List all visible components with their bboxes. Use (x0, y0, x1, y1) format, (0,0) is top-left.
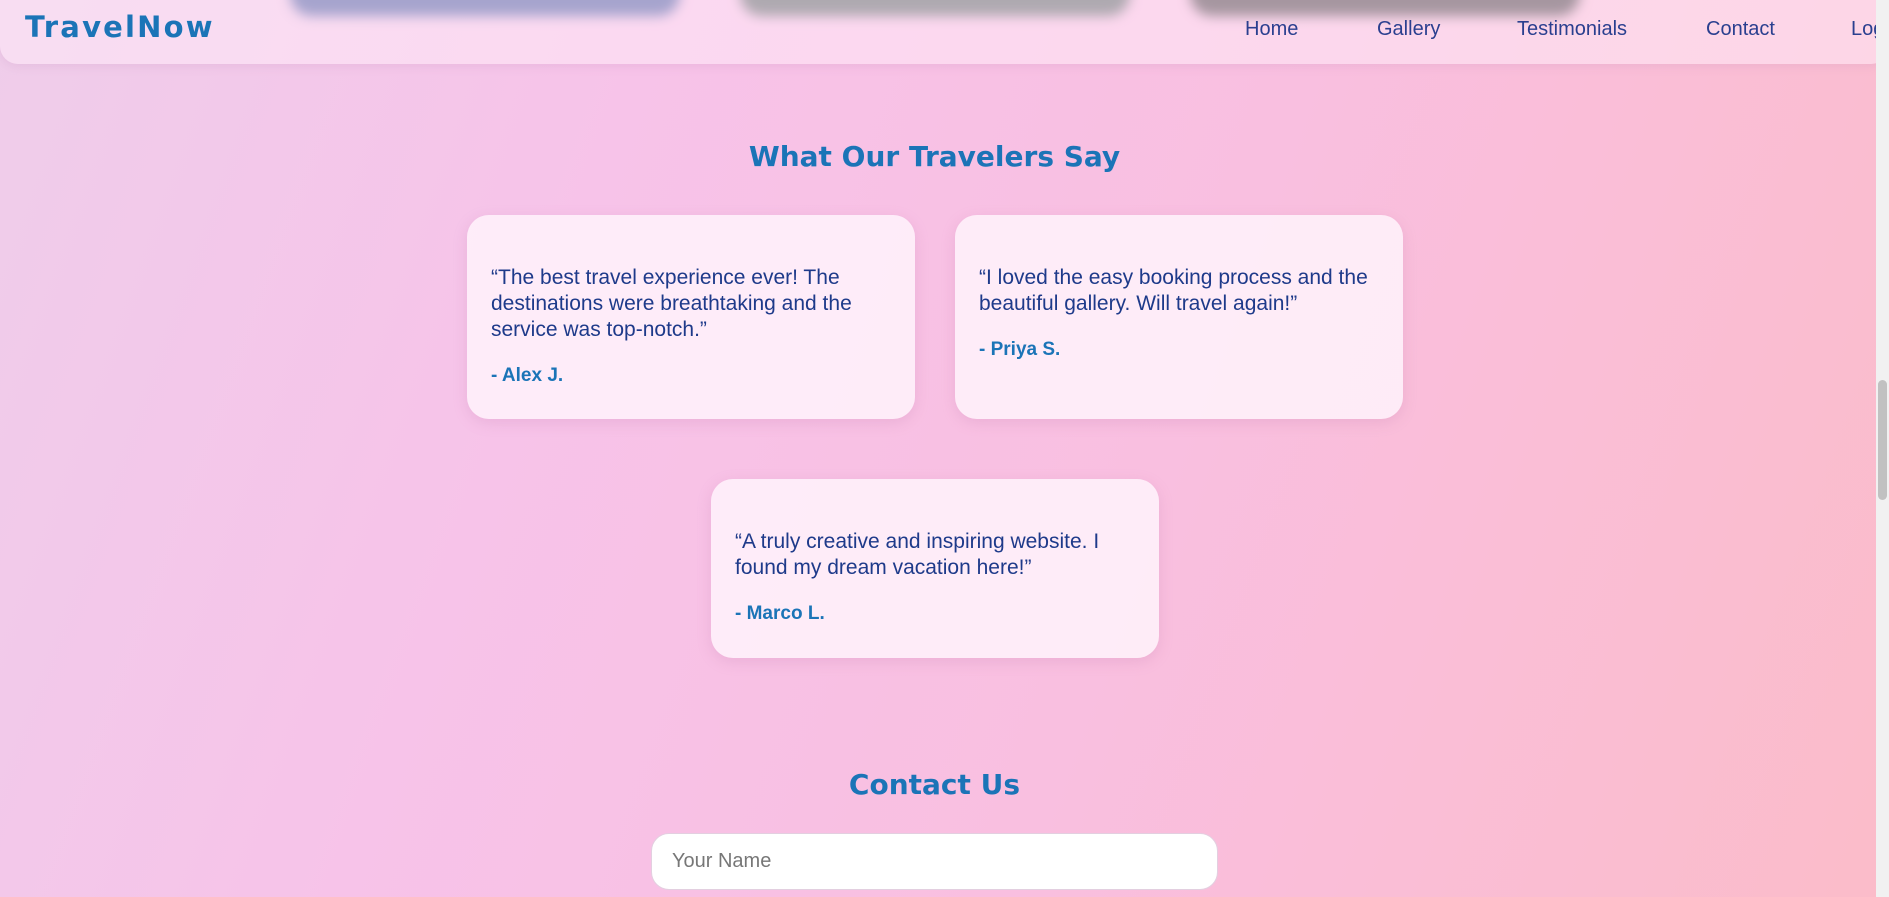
testimonial-card: “The best travel experience ever! The de… (467, 215, 915, 419)
testimonial-author: - Alex J. (491, 365, 564, 386)
contact-title: Contact Us (848, 768, 1021, 801)
scrollbar-thumb[interactable] (1878, 380, 1887, 500)
testimonial-author: - Marco L. (735, 603, 825, 624)
testimonials-title: What Our Travelers Say (748, 140, 1121, 173)
testimonial-quote: “The best travel experience ever! The de… (491, 266, 852, 341)
testimonial-author: - Priya S. (979, 339, 1061, 360)
nav-link-contact[interactable]: Contact (1706, 18, 1775, 41)
testimonial-quote: “I loved the easy booking process and th… (979, 266, 1368, 315)
brand-logo[interactable]: TravelNow (25, 10, 215, 44)
nav-link-gallery[interactable]: Gallery (1377, 18, 1440, 41)
nav-link-testimonials[interactable]: Testimonials (1517, 18, 1627, 41)
name-input[interactable] (651, 833, 1218, 890)
nav-link-home[interactable]: Home (1245, 18, 1298, 41)
testimonial-quote: “A truly creative and inspiring website.… (735, 530, 1100, 579)
testimonial-card: “A truly creative and inspiring website.… (711, 479, 1159, 658)
navbar: TravelNow Home Gallery Testimonials Cont… (0, 0, 1889, 64)
page: TravelNow Home Gallery Testimonials Cont… (0, 0, 1889, 897)
testimonial-card: “I loved the easy booking process and th… (955, 215, 1403, 419)
